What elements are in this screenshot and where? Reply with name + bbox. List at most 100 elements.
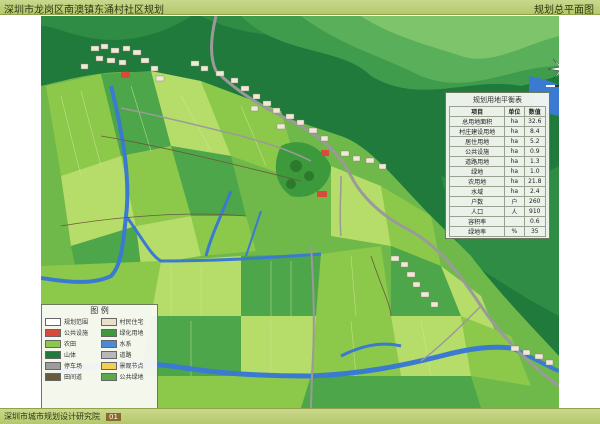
table-row: 户数户 260 xyxy=(448,196,547,207)
legend-item: 田间道 xyxy=(45,372,99,381)
table-title: 规划用地平衡表 xyxy=(473,96,522,104)
legend-swatch xyxy=(100,328,117,337)
table-cell: 32.6 xyxy=(523,116,547,127)
table-cell: 0.6 xyxy=(523,216,547,227)
legend-label: 水系 xyxy=(119,341,132,348)
table-row: 容积率 0.6 xyxy=(448,216,547,227)
table-cell: 35 xyxy=(523,226,547,237)
table-cell: ha xyxy=(504,116,525,127)
legend-item: 绿化用地 xyxy=(100,328,155,337)
legend-item: 停车场 xyxy=(45,361,99,370)
table-cell: 公共设施 xyxy=(448,146,506,157)
title-bar: 深圳市龙岗区南澳镇东涌村社区规划 规划总平面图 xyxy=(0,0,600,16)
table-row: 公共设施 ha 0.9 xyxy=(448,146,547,157)
sheet-number-badge: 01 xyxy=(106,413,121,421)
sheet-name: 规划总平面图 xyxy=(534,5,594,16)
table-header: 项目 xyxy=(448,106,506,117)
footer-org-text: 深圳市城市规划设计研究院 xyxy=(4,412,100,421)
table-cell: ha xyxy=(504,176,525,187)
table-cell: ha xyxy=(504,166,525,177)
legend-swatch xyxy=(100,372,117,381)
legend-label: 公共设施 xyxy=(64,330,89,337)
table-row: 居住用地 ha 5.2 xyxy=(448,136,547,147)
legend-items: 规划范围 村民住宅 公共设施 绿化用地 农田 水系 山体 道路 停车场 景观节点… xyxy=(42,317,157,381)
table-cell: 绿地率 xyxy=(448,226,506,237)
table-row: 农用地 ha 21.8 xyxy=(448,176,547,187)
north-arrow-icon xyxy=(546,54,559,84)
table-cell: 1.0 xyxy=(523,166,547,177)
table-header: 数值 xyxy=(523,106,547,117)
table-row: 水域 ha 2.4 xyxy=(448,186,547,197)
table-cell: 农用地 xyxy=(448,176,506,187)
table-cell: 人 xyxy=(504,206,525,217)
table-cell: 户 xyxy=(504,196,525,207)
legend-item: 农田 xyxy=(45,339,99,348)
table-cell: 260 xyxy=(523,196,547,207)
map-title: 深圳市龙岗区南澳镇东涌村社区规划 xyxy=(4,5,164,16)
legend-swatch xyxy=(100,361,117,370)
legend-label: 景观节点 xyxy=(119,363,144,370)
table-cell: 总用地面积 xyxy=(448,116,506,127)
legend-label: 村民住宅 xyxy=(119,319,144,326)
table-cell: ha xyxy=(504,146,525,157)
legend-item: 规划范围 xyxy=(45,317,99,326)
table-cell: 8.4 xyxy=(523,126,547,137)
table-cell: 21.8 xyxy=(523,176,547,187)
table-header: 单位 xyxy=(504,106,525,117)
table-cell: 道路用地 xyxy=(448,156,506,167)
legend-label: 绿化用地 xyxy=(119,330,144,337)
legend-label: 道路 xyxy=(119,352,132,359)
legend-label: 公共绿地 xyxy=(119,374,144,381)
legend-label: 规划范围 xyxy=(64,319,89,326)
table-row: 村庄建设用地 ha 8.4 xyxy=(448,126,547,137)
legend-swatch xyxy=(100,350,117,359)
table-cell: 村庄建设用地 xyxy=(448,126,506,137)
footer-org: 深圳市城市规划设计研究院 01 xyxy=(4,411,121,422)
legend-title: 图 例 xyxy=(90,306,109,315)
legend-swatch xyxy=(45,361,61,370)
table-cell: ha xyxy=(504,186,525,197)
table-cell xyxy=(504,216,525,227)
footer-bar: 深圳市城市规划设计研究院 01 xyxy=(0,408,600,424)
table-cell: 910 xyxy=(523,206,547,217)
legend-label: 田间道 xyxy=(64,374,83,381)
legend-swatch xyxy=(100,317,117,326)
table-cell: 1.3 xyxy=(523,156,547,167)
legend-label: 农田 xyxy=(64,341,77,348)
table-cell: 容积率 xyxy=(448,216,506,227)
legend-swatch xyxy=(45,372,61,381)
table-cell: ha xyxy=(504,136,525,147)
table-cell: 居住用地 xyxy=(448,136,506,147)
legend-item: 水系 xyxy=(100,339,155,348)
table-cell: 0.9 xyxy=(523,146,547,157)
table-cell: 人口 xyxy=(448,206,506,217)
legend-item: 公共设施 xyxy=(45,328,99,337)
legend-swatch xyxy=(45,350,61,359)
map-legend: 图 例 规划范围 村民住宅 公共设施 绿化用地 农田 水系 山体 道路 停车场 … xyxy=(41,304,158,410)
land-use-grid: 项目 单位 数值 总用地面积 ha 32.6 村庄建设用地 ha 8.4 居住用地 ha 5… xyxy=(448,106,547,237)
legend-item: 道路 xyxy=(100,350,155,359)
legend-swatch xyxy=(45,317,61,326)
legend-item: 村民住宅 xyxy=(100,317,155,326)
legend-item: 景观节点 xyxy=(100,361,155,370)
legend-label: 停车场 xyxy=(64,363,83,370)
scale-bar xyxy=(546,83,559,89)
legend-swatch xyxy=(100,339,117,348)
table-cell: % xyxy=(504,226,525,237)
legend-item: 公共绿地 xyxy=(100,372,155,381)
legend-swatch xyxy=(45,339,61,348)
legend-swatch xyxy=(45,328,61,337)
table-cell: 绿地 xyxy=(448,166,506,177)
land-use-table: 规划用地平衡表 项目 单位 数值 总用地面积 ha 32.6 村庄建设用地 ha 8.4… xyxy=(445,92,550,239)
table-row: 绿地 ha 1.0 xyxy=(448,166,547,177)
table-row: 总用地面积 ha 32.6 xyxy=(448,116,547,127)
table-row: 人口人 910 xyxy=(448,206,547,217)
legend-item: 山体 xyxy=(45,350,99,359)
table-cell: ha xyxy=(504,156,525,167)
table-cell: 水域 xyxy=(448,186,506,197)
table-row: 道路用地 ha 1.3 xyxy=(448,156,547,167)
table-cell: 2.4 xyxy=(523,186,547,197)
table-row: 绿地率% 35 xyxy=(448,226,547,237)
table-cell: ha xyxy=(504,126,525,137)
table-cell: 5.2 xyxy=(523,136,547,147)
